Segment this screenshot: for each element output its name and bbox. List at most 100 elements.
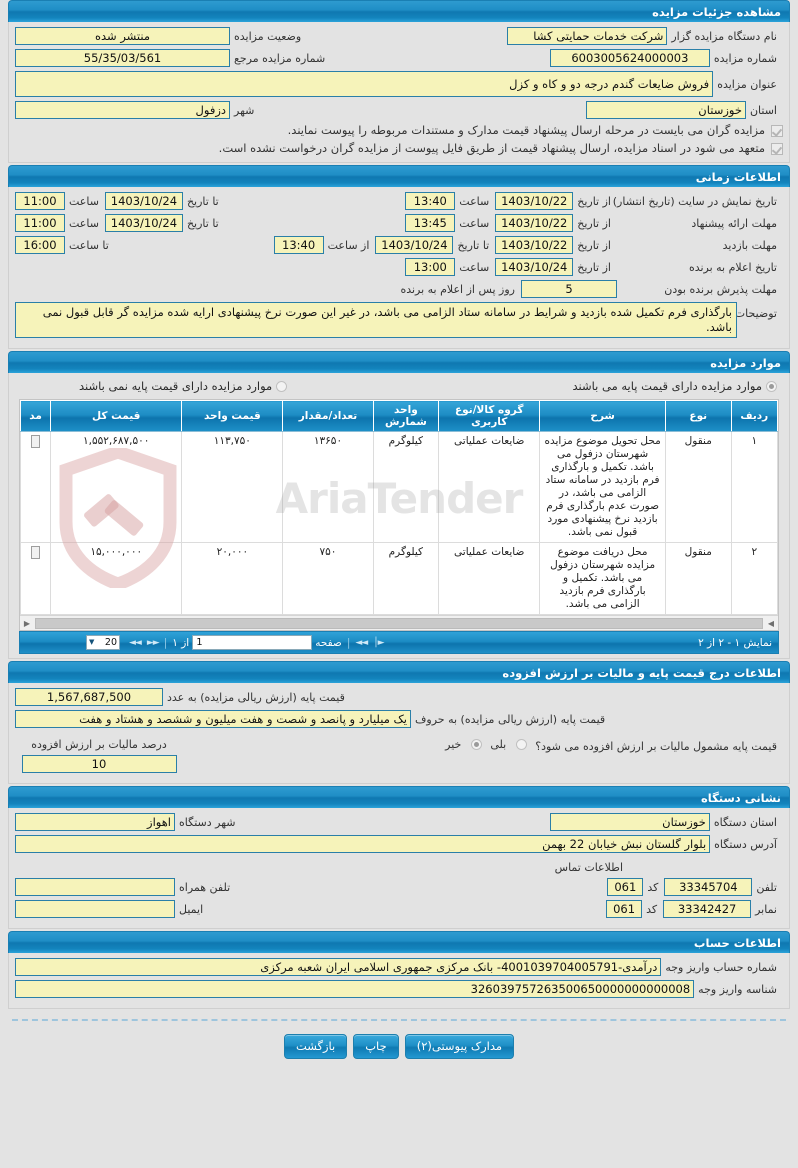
- items-table: ردیف نوع شرح گروه کالا/نوع کاربری واحد ش…: [19, 400, 779, 615]
- pager-page-input[interactable]: 1: [192, 635, 313, 650]
- field-auction-number[interactable]: 6003005624000003: [549, 49, 710, 67]
- field-fax-code[interactable]: 061: [606, 900, 643, 918]
- row-number-ref: شماره مزایده 6003005624000003 شماره مزای…: [15, 49, 783, 67]
- field-proposal-to-time[interactable]: 11:00: [15, 214, 65, 232]
- field-province[interactable]: خوزستان: [585, 101, 746, 119]
- label-visit: مهلت بازدید: [722, 238, 777, 252]
- items-body: موارد مزایده دارای قیمت پایه می باشند مو…: [8, 373, 790, 659]
- field-mobile[interactable]: [15, 878, 175, 896]
- field-publication-from-date[interactable]: 1403/10/22: [495, 192, 574, 210]
- table-horizontal-scrollbar[interactable]: ◀ ▶: [20, 615, 778, 630]
- back-button[interactable]: بازگشت: [283, 1034, 348, 1059]
- field-visit-to-time[interactable]: 16:00: [15, 236, 65, 254]
- field-base-price-number[interactable]: 1,567,687,500: [15, 688, 163, 706]
- label-to-date-2: تا تاریخ: [457, 238, 490, 252]
- pager-next-icon[interactable]: ◄◄: [352, 638, 370, 648]
- field-status[interactable]: منتشر شده: [15, 27, 230, 45]
- field-accept-days[interactable]: 5: [521, 280, 617, 298]
- field-proposal-from-date[interactable]: 1403/10/22: [495, 214, 574, 232]
- field-email[interactable]: [15, 900, 175, 918]
- print-button[interactable]: چاپ: [353, 1034, 399, 1059]
- field-proposal-from-time[interactable]: 13:45: [405, 214, 456, 232]
- field-phone-code[interactable]: 061: [607, 878, 644, 896]
- pager-page-size-select[interactable]: ▼ 20: [86, 635, 120, 650]
- label-org-city: شهر دستگاه: [179, 815, 236, 829]
- label-vat-no: خیر: [445, 738, 462, 751]
- field-city[interactable]: دزفول: [15, 101, 230, 119]
- pager-last-icon[interactable]: ►│: [370, 638, 386, 648]
- field-visit-from-time[interactable]: 13:40: [273, 236, 324, 254]
- chevron-down-icon: ▼: [89, 638, 95, 646]
- label-province: استان: [749, 103, 777, 117]
- cell-docs-button[interactable]: [19, 431, 52, 543]
- field-account-number[interactable]: درآمدی-4001039704005791- بانک مرکزی جمهو…: [15, 958, 662, 976]
- pager-separator: |: [163, 636, 168, 649]
- col-total-price: قیمت کل: [50, 400, 183, 432]
- cell-type: منقول: [664, 431, 732, 543]
- field-ref-number[interactable]: 55/35/03/561: [15, 49, 230, 67]
- field-org-address[interactable]: بلوار گلستان نبش خیابان 22 بهمن: [15, 835, 711, 853]
- row-account-number: شماره حساب واریز وجه درآمدی-400103970400…: [15, 958, 783, 976]
- pager-prev-icon[interactable]: ►►: [144, 638, 162, 648]
- checkmark-icon: [771, 142, 783, 155]
- pager-first-icon[interactable]: ◄◄: [126, 638, 144, 648]
- scroll-right-arrow-icon[interactable]: ◀: [764, 617, 778, 630]
- radio-vat-no[interactable]: [471, 739, 483, 750]
- table-row[interactable]: ۲ منقول محل دریافت موضوع مزایده شهرستان …: [19, 542, 779, 615]
- scroll-left-arrow-icon[interactable]: ▶: [20, 617, 34, 630]
- field-phone[interactable]: 33345704: [664, 878, 753, 896]
- field-payment-identifier[interactable]: 326039757263500650000000000008: [15, 980, 695, 998]
- items-heading: موارد مزایده: [8, 351, 790, 373]
- field-winner-time[interactable]: 13:00: [405, 258, 456, 276]
- cell-unit-price: ۱۱۳,۷۵۰: [181, 431, 284, 543]
- label-org: نام دستگاه مزایده گزار: [671, 29, 777, 43]
- pager-separator: |: [346, 636, 351, 649]
- radio-vat-yes[interactable]: [516, 739, 528, 750]
- checkbox-row-attach-docs[interactable]: مزایده گران می بایست در مرحله ارسال پیشن…: [15, 123, 783, 138]
- checkbox-row-no-file-offer[interactable]: متعهد می شود در اسناد مزایده، ارسال پیشن…: [15, 141, 783, 156]
- field-visit-from-date[interactable]: 1403/10/22: [495, 236, 574, 254]
- label-winner-time: ساعت: [459, 260, 490, 274]
- radio-with-base-price[interactable]: [766, 380, 777, 392]
- label-account-number: شماره حساب واریز وجه: [665, 960, 777, 974]
- scrollbar-thumb[interactable]: [35, 617, 763, 629]
- label-notes: توضیحات: [734, 307, 777, 320]
- field-notes[interactable]: بارگذاری فرم تکمیل شده بازدید و شرایط در…: [15, 302, 737, 338]
- row-vat: قیمت پایه مشمول مالیات بر ارزش افزوده می…: [15, 736, 783, 773]
- field-visit-to-date[interactable]: 1403/10/24: [375, 236, 454, 254]
- field-base-price-words[interactable]: یک میلیارد و پانصد و شصت و هفت میلیون و …: [15, 710, 411, 728]
- label-without-base-price: موارد مزایده دارای قیمت پایه نمی باشند: [79, 379, 273, 393]
- label-winner: تاریخ اعلام به برنده: [688, 260, 777, 274]
- label-fax-code: کد: [646, 902, 658, 916]
- cell-total-price: ۱۵,۰۰۰,۰۰۰: [50, 542, 183, 615]
- table-row[interactable]: ۱ منقول محل تحویل موضوع مزایده شهرستان د…: [19, 431, 779, 543]
- field-auction-title[interactable]: فروش ضایعات گندم درجه دو و کاه و کزل: [15, 71, 714, 97]
- attachments-button[interactable]: مدارک پیوستی(۲): [404, 1034, 515, 1059]
- label-mobile: تلفن همراه: [179, 880, 231, 894]
- pager-page-size-value: 20: [104, 637, 117, 648]
- radio-without-base-price[interactable]: [276, 380, 288, 392]
- field-org[interactable]: شرکت خدمات حمایتی کشا: [507, 27, 668, 45]
- field-winner-date[interactable]: 1403/10/24: [495, 258, 574, 276]
- field-vat-percent[interactable]: 10: [21, 755, 177, 773]
- col-description: شرح: [539, 400, 666, 432]
- label-org-address: آدرس دستگاه: [714, 837, 777, 851]
- cell-index: ۱: [730, 431, 779, 543]
- timing-row-publication: تاریخ نمایش در سایت (تاریخ انتشار) از تا…: [15, 192, 783, 210]
- field-publication-to-time[interactable]: 11:00: [15, 192, 65, 210]
- field-org-province[interactable]: خوزستان: [549, 813, 710, 831]
- field-fax[interactable]: 33342427: [663, 900, 752, 918]
- label-winner-from: از تاریخ: [577, 260, 611, 274]
- label-vat-question: قیمت پایه مشمول مالیات بر ارزش افزوده می…: [535, 740, 777, 753]
- field-org-city[interactable]: اهواز: [15, 813, 175, 831]
- col-quantity: تعداد/مقدار: [282, 400, 374, 432]
- field-proposal-to-date[interactable]: 1403/10/24: [104, 214, 183, 232]
- timing-row-notes: توضیحات بارگذاری فرم تکمیل شده بازدید و …: [15, 302, 783, 338]
- row-province-city: استان خوزستان شهر دزفول: [15, 101, 783, 119]
- row-org-address: آدرس دستگاه بلوار گلستان نبش خیابان 22 ب…: [15, 835, 783, 853]
- field-publication-from-time[interactable]: 13:40: [405, 192, 456, 210]
- page-title: مشاهده جزئیات مزایده: [8, 0, 790, 22]
- label-accept: مهلت پذیرش برنده بودن: [664, 282, 777, 296]
- field-publication-to-date[interactable]: 1403/10/24: [104, 192, 183, 210]
- cell-docs-button[interactable]: [19, 542, 52, 615]
